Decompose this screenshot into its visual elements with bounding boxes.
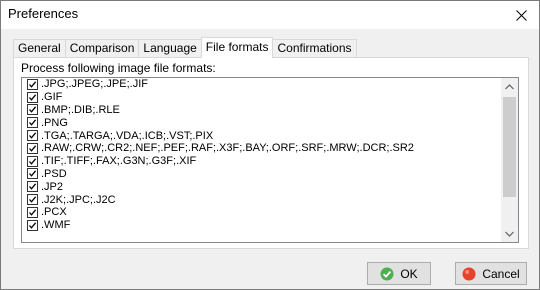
tab-confirmations[interactable]: Confirmations bbox=[272, 39, 357, 58]
format-checkbox[interactable] bbox=[27, 181, 38, 193]
format-checkbox[interactable] bbox=[27, 155, 38, 167]
format-label: .JP2 bbox=[41, 180, 64, 193]
format-item[interactable]: .J2K;.JPC;.J2C bbox=[22, 193, 501, 206]
format-checkbox[interactable] bbox=[27, 142, 38, 154]
formats-list: .JPG;.JPEG;.JPE;.JIF .GIF .BMP;.DIB;.RLE .P… bbox=[21, 77, 519, 243]
format-checkbox[interactable] bbox=[27, 206, 38, 218]
checkmark-icon bbox=[29, 170, 37, 178]
file-formats-panel: Process following image file formats: .J… bbox=[13, 57, 529, 249]
checkmark-icon bbox=[29, 196, 37, 203]
format-checkbox[interactable] bbox=[27, 130, 38, 142]
format-checkbox[interactable] bbox=[27, 117, 38, 129]
format-item[interactable]: .GIF bbox=[22, 91, 501, 104]
checkmark-icon bbox=[29, 222, 37, 229]
format-item[interactable]: .PCX bbox=[22, 206, 501, 219]
format-item[interactable]: .PSD bbox=[22, 168, 501, 181]
ok-label: OK bbox=[400, 266, 418, 281]
checkmark-icon bbox=[29, 183, 37, 191]
checkmark-icon bbox=[29, 94, 37, 101]
cancel-button[interactable]: Cancel bbox=[455, 262, 527, 285]
preferences-window: Preferences General Comparison Language Fil… bbox=[0, 0, 540, 290]
window-title: Preferences bbox=[8, 6, 79, 21]
cancel-label: Cancel bbox=[482, 266, 520, 281]
format-label: .BMP;.DIB;.RLE bbox=[41, 103, 120, 116]
cancel-icon bbox=[462, 267, 476, 280]
format-item[interactable]: .WMF bbox=[22, 219, 501, 232]
title-bar: Preferences bbox=[1, 1, 539, 29]
format-label: .GIF bbox=[41, 91, 63, 104]
format-checkbox[interactable] bbox=[27, 78, 38, 90]
vertical-scrollbar[interactable] bbox=[501, 78, 518, 242]
tab-language[interactable]: Language bbox=[138, 39, 202, 58]
checkmark-icon bbox=[29, 132, 37, 139]
format-label: .PNG bbox=[41, 116, 68, 129]
tab-strip: General Comparison Language File formats Con… bbox=[13, 37, 357, 58]
checkmark-icon bbox=[29, 145, 37, 152]
chevron-up-icon bbox=[505, 83, 514, 89]
format-label: .PCX bbox=[41, 206, 67, 219]
format-checkbox[interactable] bbox=[27, 91, 38, 103]
format-label: .TIF;.TIFF;.FAX;.G3N;.G3F;.XIF bbox=[41, 155, 197, 168]
format-checkbox[interactable] bbox=[27, 194, 38, 206]
format-checkbox[interactable] bbox=[27, 219, 38, 231]
format-item[interactable]: .JPG;.JPEG;.JPE;.JIF bbox=[22, 78, 501, 91]
format-label: .J2K;.JPC;.J2C bbox=[41, 193, 116, 206]
checkmark-icon bbox=[29, 158, 37, 165]
tab-comparison[interactable]: Comparison bbox=[64, 39, 140, 58]
format-item[interactable]: .RAW;.CRW;.CR2;.NEF;.PEF;.RAF;.X3F;.BAY;… bbox=[22, 142, 501, 155]
formats-label: Process following image file formats: bbox=[21, 61, 216, 75]
format-label: .PSD bbox=[41, 167, 67, 180]
format-item[interactable]: .TGA;.TARGA;.VDA;.ICB;.VST;.PIX bbox=[22, 129, 501, 142]
format-item[interactable]: .TIF;.TIFF;.FAX;.G3N;.G3F;.XIF bbox=[22, 155, 501, 168]
format-label: .TGA;.TARGA;.VDA;.ICB;.VST;.PIX bbox=[41, 129, 214, 142]
format-item[interactable]: .PNG bbox=[22, 116, 501, 129]
format-checkbox[interactable] bbox=[27, 104, 38, 116]
tab-file-formats[interactable]: File formats bbox=[200, 37, 274, 58]
format-label: .RAW;.CRW;.CR2;.NEF;.PEF;.RAF;.X3F;.BAY;… bbox=[41, 142, 414, 155]
chevron-down-icon bbox=[505, 231, 514, 237]
format-item[interactable]: .BMP;.DIB;.RLE bbox=[22, 104, 501, 117]
close-button[interactable] bbox=[509, 3, 533, 27]
ok-icon bbox=[380, 267, 394, 280]
scroll-down-button[interactable] bbox=[501, 225, 518, 242]
format-label: .JPG;.JPEG;.JPE;.JIF bbox=[41, 78, 148, 91]
tab-general[interactable]: General bbox=[13, 39, 66, 58]
close-icon bbox=[515, 9, 527, 21]
checkmark-icon bbox=[29, 81, 37, 88]
checkmark-icon bbox=[29, 119, 37, 127]
format-checkbox[interactable] bbox=[27, 168, 38, 180]
scrollbar-thumb[interactable] bbox=[503, 97, 516, 197]
ok-button[interactable]: OK bbox=[367, 262, 431, 285]
format-item[interactable]: .JP2 bbox=[22, 180, 501, 193]
scroll-up-button[interactable] bbox=[501, 78, 518, 95]
checkmark-icon bbox=[29, 209, 37, 216]
checkmark-icon bbox=[29, 106, 37, 114]
format-label: .WMF bbox=[41, 219, 71, 232]
